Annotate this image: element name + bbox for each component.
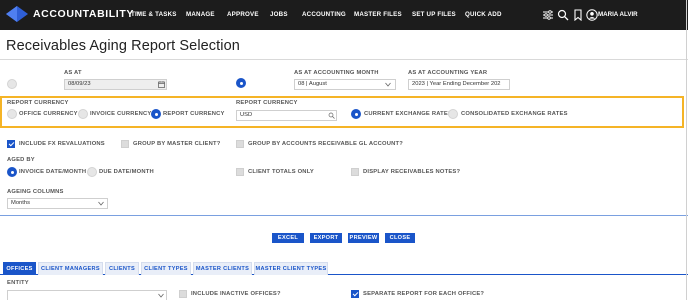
- nav-manage[interactable]: MANAGE: [186, 11, 215, 18]
- as-at-month-radio[interactable]: [236, 78, 246, 88]
- nav-master-files[interactable]: MASTER FILES: [354, 11, 402, 18]
- group-master-client-label: GROUP BY MASTER CLIENT?: [133, 141, 221, 147]
- chevron-down-icon: [385, 82, 391, 87]
- as-at-label: AS AT: [64, 70, 82, 76]
- office-currency-radio[interactable]: [7, 109, 17, 119]
- as-at-date-value: 08/09/23: [68, 81, 91, 87]
- tab-client-types[interactable]: CLIENT TYPES: [141, 262, 191, 275]
- tab-master-clients[interactable]: MASTER CLIENTS: [193, 262, 252, 275]
- current-exchange-rates-label: CURRENT EXCHANGE RATES: [364, 111, 453, 117]
- bookmark-icon[interactable]: [572, 9, 584, 21]
- app-logo[interactable]: ACCOUNTABILITY ™: [6, 6, 140, 22]
- aged-by-label: AGED BY: [7, 157, 35, 163]
- as-at-year-label: AS AT ACCOUNTING YEAR: [408, 70, 488, 76]
- current-exchange-rates-radio[interactable]: [351, 109, 361, 119]
- due-date-radio[interactable]: [87, 167, 97, 177]
- nav-quick-add[interactable]: QUICK ADD: [465, 11, 502, 18]
- nav-jobs[interactable]: JOBS: [270, 11, 288, 18]
- top-nav-bar: ACCOUNTABILITY ™ TIME & TASKS MANAGE APPR…: [0, 0, 688, 30]
- report-currency-section-label: REPORT CURRENCY: [7, 100, 69, 106]
- report-currency-code-label: REPORT CURRENCY: [236, 100, 298, 106]
- chevron-down-icon: [158, 293, 164, 298]
- group-ar-gl-checkbox[interactable]: [236, 140, 244, 148]
- entity-select[interactable]: [7, 290, 167, 300]
- title-divider: [0, 59, 688, 60]
- excel-button[interactable]: EXCEL: [272, 233, 304, 243]
- as-at-month-value: 08 | August: [298, 81, 327, 87]
- display-notes-checkbox[interactable]: [351, 168, 359, 176]
- invoice-currency-radio[interactable]: [78, 109, 88, 119]
- nav-set-up-files[interactable]: SET UP FILES: [412, 11, 456, 18]
- tabs-divider: [0, 274, 688, 275]
- section-divider: [0, 215, 688, 216]
- ageing-columns-label: AGEING COLUMNS: [7, 189, 64, 195]
- as-at-date-field[interactable]: 08/09/23: [64, 79, 167, 90]
- chevron-down-icon: [98, 201, 104, 206]
- report-currency-value: USD: [240, 112, 253, 118]
- include-inactive-offices-label: INCLUDE INACTIVE OFFICES?: [191, 291, 281, 297]
- due-date-label: DUE DATE/MONTH: [99, 169, 154, 175]
- as-at-month-label: AS AT ACCOUNTING MONTH: [294, 70, 379, 76]
- consolidated-exchange-rates-label: CONSOLIDATED EXCHANGE RATES: [461, 111, 568, 117]
- display-notes-label: DISPLAY RECEIVABLES NOTES?: [363, 169, 461, 175]
- tab-clients[interactable]: CLIENTS: [105, 262, 139, 275]
- ageing-columns-select[interactable]: Months: [7, 198, 108, 209]
- tab-client-managers[interactable]: CLIENT MANAGERS: [38, 262, 103, 275]
- close-button[interactable]: CLOSE: [385, 233, 415, 243]
- search-icon[interactable]: [328, 112, 335, 119]
- include-fx-label: INCLUDE FX REVALUATIONS: [19, 141, 105, 147]
- invoice-currency-label: INVOICE CURRENCY: [90, 111, 152, 117]
- report-currency-option-label: REPORT CURRENCY: [163, 111, 225, 117]
- user-icon[interactable]: [586, 9, 598, 21]
- nav-accounting[interactable]: ACCOUNTING: [302, 11, 346, 18]
- group-master-client-checkbox[interactable]: [121, 140, 129, 148]
- nav-approve[interactable]: APPROVE: [227, 11, 259, 18]
- preview-button[interactable]: PREVIEW: [348, 233, 379, 243]
- report-currency-radio[interactable]: [151, 109, 161, 119]
- consolidated-exchange-rates-radio[interactable]: [448, 109, 458, 119]
- tab-master-client-types[interactable]: MASTER CLIENT TYPES: [254, 262, 328, 275]
- sliders-icon[interactable]: [542, 9, 554, 21]
- office-currency-label: OFFICE CURRENCY: [19, 111, 78, 117]
- group-ar-gl-label: GROUP BY ACCOUNTS RECEIVABLE GL ACCOUNT?: [248, 141, 403, 147]
- page-title: Receivables Aging Report Selection: [6, 38, 240, 54]
- as-at-year-field[interactable]: 2023 | Year Ending December 202: [408, 79, 510, 90]
- as-at-month-select[interactable]: 08 | August: [294, 79, 396, 90]
- ageing-columns-value: Months: [11, 200, 31, 206]
- as-at-date-radio[interactable]: [7, 79, 17, 89]
- calendar-icon[interactable]: [158, 81, 165, 88]
- report-currency-input[interactable]: USD: [236, 110, 337, 121]
- client-totals-only-label: CLIENT TOTALS ONLY: [248, 169, 314, 175]
- logo-text: ACCOUNTABILITY: [33, 8, 134, 20]
- invoice-date-label: INVOICE DATE/MONTH: [19, 169, 87, 175]
- user-name[interactable]: MARIA ALVIR: [598, 11, 638, 18]
- include-inactive-offices-checkbox[interactable]: [179, 290, 187, 298]
- as-at-year-value: 2023 | Year Ending December 202: [412, 81, 501, 87]
- export-button[interactable]: EXPORT: [310, 233, 342, 243]
- search-icon[interactable]: [557, 9, 569, 21]
- separate-report-checkbox[interactable]: [351, 290, 359, 298]
- invoice-date-radio[interactable]: [7, 167, 17, 177]
- logo-diamond-icon: [6, 6, 28, 22]
- include-fx-checkbox[interactable]: [7, 140, 15, 148]
- separate-report-label: SEPARATE REPORT FOR EACH OFFICE?: [363, 291, 485, 297]
- nav-time-tasks[interactable]: TIME & TASKS: [131, 11, 177, 18]
- tab-offices[interactable]: OFFICES: [3, 262, 36, 275]
- client-totals-only-checkbox[interactable]: [236, 168, 244, 176]
- entity-label: ENTITY: [7, 280, 29, 286]
- page-edge-border: [686, 0, 687, 300]
